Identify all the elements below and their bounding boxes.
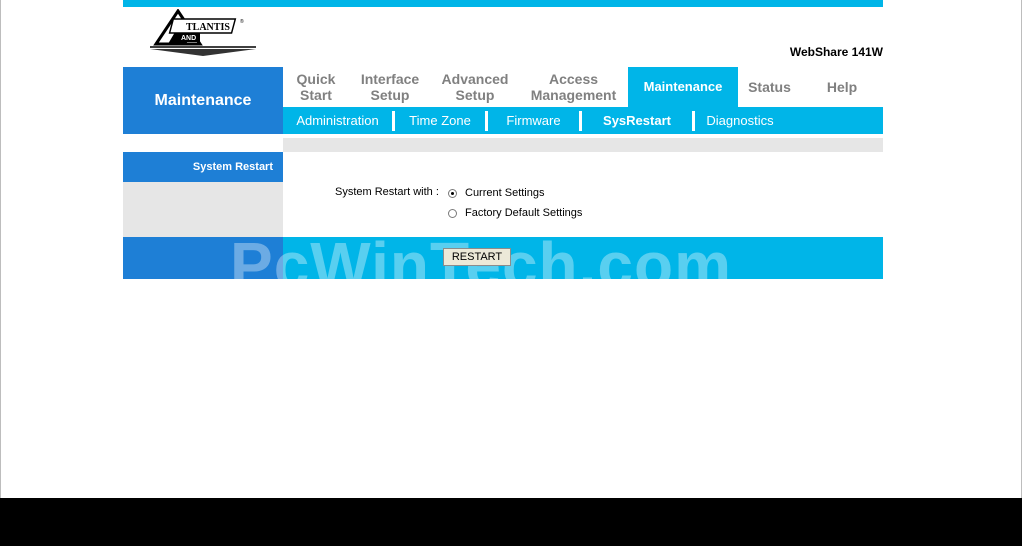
svg-text:AND: AND: [181, 35, 196, 42]
svg-text:TLANTIS: TLANTIS: [186, 22, 230, 33]
tab-label: Quick Start: [296, 71, 336, 103]
tab-label: Maintenance: [643, 79, 723, 94]
tab-maintenance[interactable]: Maintenance: [628, 67, 738, 107]
tab-label: Help: [826, 79, 858, 95]
subtab-time-zone[interactable]: Time Zone: [395, 110, 488, 131]
tab-label: Status: [748, 79, 791, 95]
svg-text:®: ®: [240, 18, 244, 25]
tab-access-management[interactable]: Access Management: [519, 67, 628, 107]
subtab-diagnostics[interactable]: Diagnostics: [695, 111, 785, 131]
model-name: WebShare 141W: [789, 45, 883, 59]
top-nav: Quick Start Interface Setup Advanced Set…: [283, 67, 883, 107]
gray-separator: [283, 138, 883, 152]
tab-help[interactable]: Help: [801, 67, 883, 107]
black-footer: [0, 498, 1022, 546]
window-left-border: [0, 0, 1, 498]
section-header: Maintenance: [123, 67, 283, 134]
option-factory-default[interactable]: Factory Default Settings: [448, 207, 582, 219]
subtab-administration[interactable]: Administration: [283, 110, 395, 131]
panel-title: System Restart: [123, 152, 283, 182]
tab-label: Access Management: [530, 71, 617, 103]
option-current-settings[interactable]: Current Settings: [448, 187, 544, 199]
option-label: Current Settings: [465, 187, 545, 199]
restart-label: System Restart with :: [335, 186, 439, 198]
option-label: Factory Default Settings: [465, 207, 583, 219]
top-accent-bar: [123, 0, 883, 7]
tab-status[interactable]: Status: [738, 67, 801, 107]
tab-interface-setup[interactable]: Interface Setup: [349, 67, 431, 107]
restart-button[interactable]: RESTART: [443, 248, 511, 266]
bottom-bar: [283, 237, 883, 279]
subtab-firmware[interactable]: Firmware: [488, 110, 582, 131]
radio-factory-default[interactable]: [448, 208, 457, 218]
bottom-bar-left: [123, 237, 283, 279]
atlantis-logo: TLANTIS ® AND: [148, 8, 258, 57]
tab-advanced-setup[interactable]: Advanced Setup: [431, 67, 519, 107]
tab-label: Advanced Setup: [441, 71, 509, 103]
subtab-sysrestart[interactable]: SysRestart: [582, 110, 695, 131]
tab-label: Interface Setup: [360, 71, 420, 103]
sub-nav: Administration Time Zone Firmware SysRes…: [283, 107, 883, 134]
side-gray-block: [123, 182, 283, 237]
tab-quick-start[interactable]: Quick Start: [283, 67, 349, 107]
radio-current-settings[interactable]: [448, 188, 457, 198]
